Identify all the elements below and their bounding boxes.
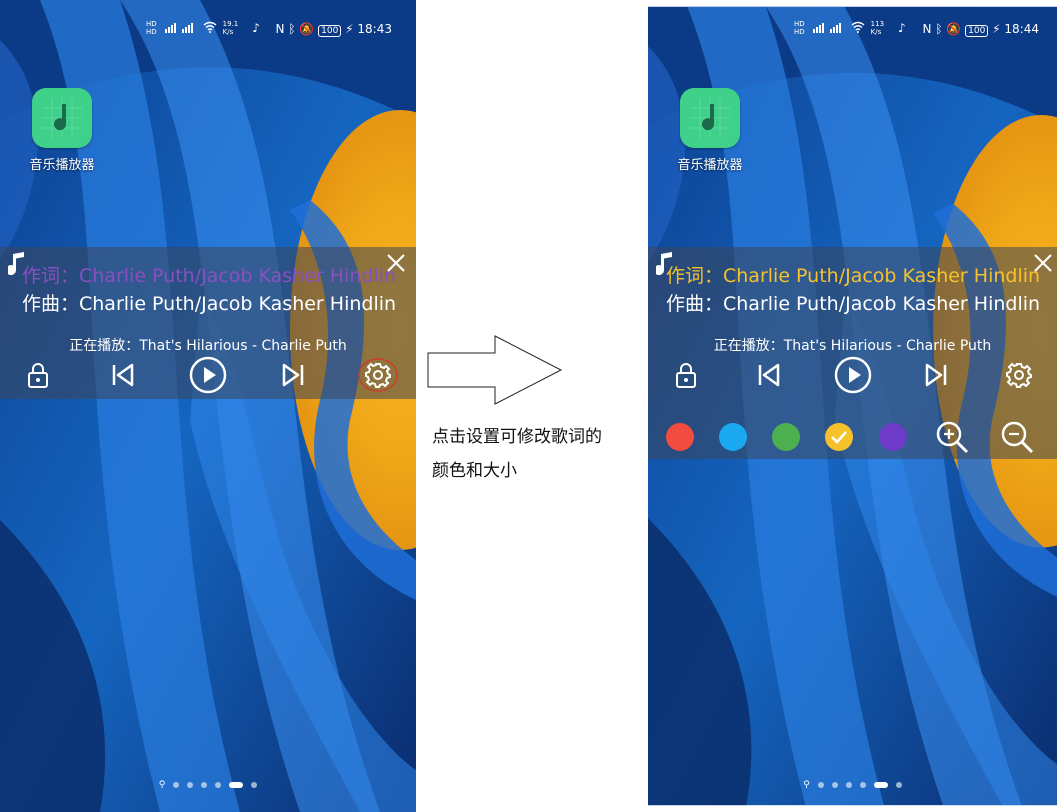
check-icon <box>831 431 848 444</box>
network-speed: 19.1 K/s <box>222 20 239 36</box>
music-status-icon: ♪ <box>252 21 260 35</box>
hd-badge: HD HD <box>794 20 805 36</box>
signal-icon <box>163 21 197 36</box>
app-music-player[interactable]: 音乐播放器 <box>674 88 746 173</box>
page-dot-active[interactable] <box>229 782 244 788</box>
status-bar: HD HD 19.1 K/s ♪ N ᛒ 🔕 100 ⚡ 18:43 <box>0 18 416 42</box>
nfc-icon: N <box>275 22 285 36</box>
gear-icon[interactable] <box>358 357 398 393</box>
now-playing-text: 正在播放：That's Hilarious - Charlie Puth <box>713 338 992 354</box>
page-dot[interactable] <box>845 782 852 788</box>
music-player-app-icon[interactable] <box>680 88 740 148</box>
caption: 点击设置可修改歌词的 颜色和大小 <box>432 420 642 488</box>
clock: 18:44 <box>1004 22 1039 36</box>
play-circle-icon[interactable] <box>188 356 228 394</box>
page-dot[interactable] <box>831 782 838 788</box>
bluetooth-icon: ᛒ <box>935 22 943 36</box>
skip-previous-icon[interactable] <box>749 357 789 393</box>
app-music-player[interactable]: 音乐播放器 <box>26 88 98 173</box>
signal-icon <box>811 21 845 36</box>
page-dot[interactable] <box>895 782 902 788</box>
bluetooth-icon: ᛒ <box>288 22 296 36</box>
mute-icon: 🔕 <box>946 22 962 36</box>
lyric-line-secondary: 作曲：Charlie Puth/Jacob Kasher Hindlin <box>666 293 1041 315</box>
page-dot[interactable] <box>201 782 208 788</box>
wifi-icon <box>203 21 217 36</box>
lyric-line-primary: 作词：Charlie Puth/Jacob Kasher Hindlin <box>666 265 1041 287</box>
music-status-icon: ♪ <box>898 21 906 35</box>
phone-screenshot-before: HDHD 19.1K/s ♪ N ᛒ 🔕 100 ⚡ 18:43 音乐播放器 <box>0 0 416 812</box>
color-swatch-green[interactable] <box>772 423 801 451</box>
skip-next-icon[interactable] <box>916 357 956 393</box>
skip-next-icon[interactable] <box>273 357 313 393</box>
wifi-icon <box>851 21 865 36</box>
color-swatch-red[interactable] <box>666 423 694 451</box>
nfc-icon: N <box>922 22 932 36</box>
clock: 18:43 <box>357 22 392 36</box>
color-swatch-blue[interactable] <box>719 423 748 451</box>
page-dot[interactable] <box>817 782 824 788</box>
page-dot[interactable] <box>215 782 222 788</box>
color-swatch-purple[interactable] <box>878 423 907 451</box>
skip-previous-icon[interactable] <box>103 357 143 393</box>
network-speed: 113 K/s <box>870 20 885 36</box>
page-indicator: ⚲ <box>648 780 1057 790</box>
floating-lyrics-panel[interactable]: 作词：Charlie Puth/Jacob Kasher Hindlin 作曲：… <box>648 247 1057 459</box>
floating-lyrics-panel[interactable]: 作词：Charlie Puth/Jacob Kasher Hindlin 作曲：… <box>0 247 416 399</box>
lyrics-controls <box>666 356 1039 394</box>
arrow-right-icon <box>427 335 563 405</box>
search-dot-icon: ⚲ <box>158 780 166 790</box>
now-playing-text: 正在播放：That's Hilarious - Charlie Puth <box>69 338 347 354</box>
caption-line-1: 点击设置可修改歌词的 <box>432 427 602 447</box>
zoom-in-icon[interactable] <box>932 419 972 455</box>
lyric-style-options <box>666 417 1037 457</box>
color-swatch-yellow-selected[interactable] <box>825 423 854 451</box>
page-dot[interactable] <box>859 782 866 788</box>
gear-icon[interactable] <box>999 357 1039 393</box>
play-circle-icon[interactable] <box>833 356 873 394</box>
zoom-out-icon[interactable] <box>997 419 1037 455</box>
page-dot[interactable] <box>173 782 180 788</box>
hd-badge: HD HD <box>146 20 157 36</box>
page-indicator: ⚲ <box>0 780 416 790</box>
lyrics-controls <box>18 356 398 394</box>
charging-icon: ⚡ <box>345 22 354 36</box>
lock-icon[interactable] <box>18 357 58 393</box>
caption-line-2: 颜色和大小 <box>432 461 517 481</box>
page-dot[interactable] <box>187 782 194 788</box>
music-player-app-icon[interactable] <box>32 88 92 148</box>
page-dot-active[interactable] <box>873 782 888 788</box>
app-label: 音乐播放器 <box>677 158 743 173</box>
status-bar: HD HD 113 K/s ♪ N ᛒ 🔕 100 ⚡ 18:44 <box>648 18 1057 42</box>
battery-indicator: 100 <box>318 25 342 37</box>
page-dot[interactable] <box>251 782 258 788</box>
charging-icon: ⚡ <box>992 22 1001 36</box>
app-label: 音乐播放器 <box>29 158 95 173</box>
lock-icon[interactable] <box>666 357 706 393</box>
search-dot-icon: ⚲ <box>803 780 810 790</box>
battery-indicator: 100 <box>965 25 989 37</box>
phone-screenshot-after: HDHD 113K/s ♪ N ᛒ 🔕 100 ⚡ 18:44 音乐播放器 <box>648 0 1057 812</box>
mute-icon: 🔕 <box>299 22 315 36</box>
lyric-line-primary: 作词：Charlie Puth/Jacob Kasher Hindlin <box>22 265 397 287</box>
lyric-line-secondary: 作曲：Charlie Puth/Jacob Kasher Hindlin <box>22 293 397 315</box>
